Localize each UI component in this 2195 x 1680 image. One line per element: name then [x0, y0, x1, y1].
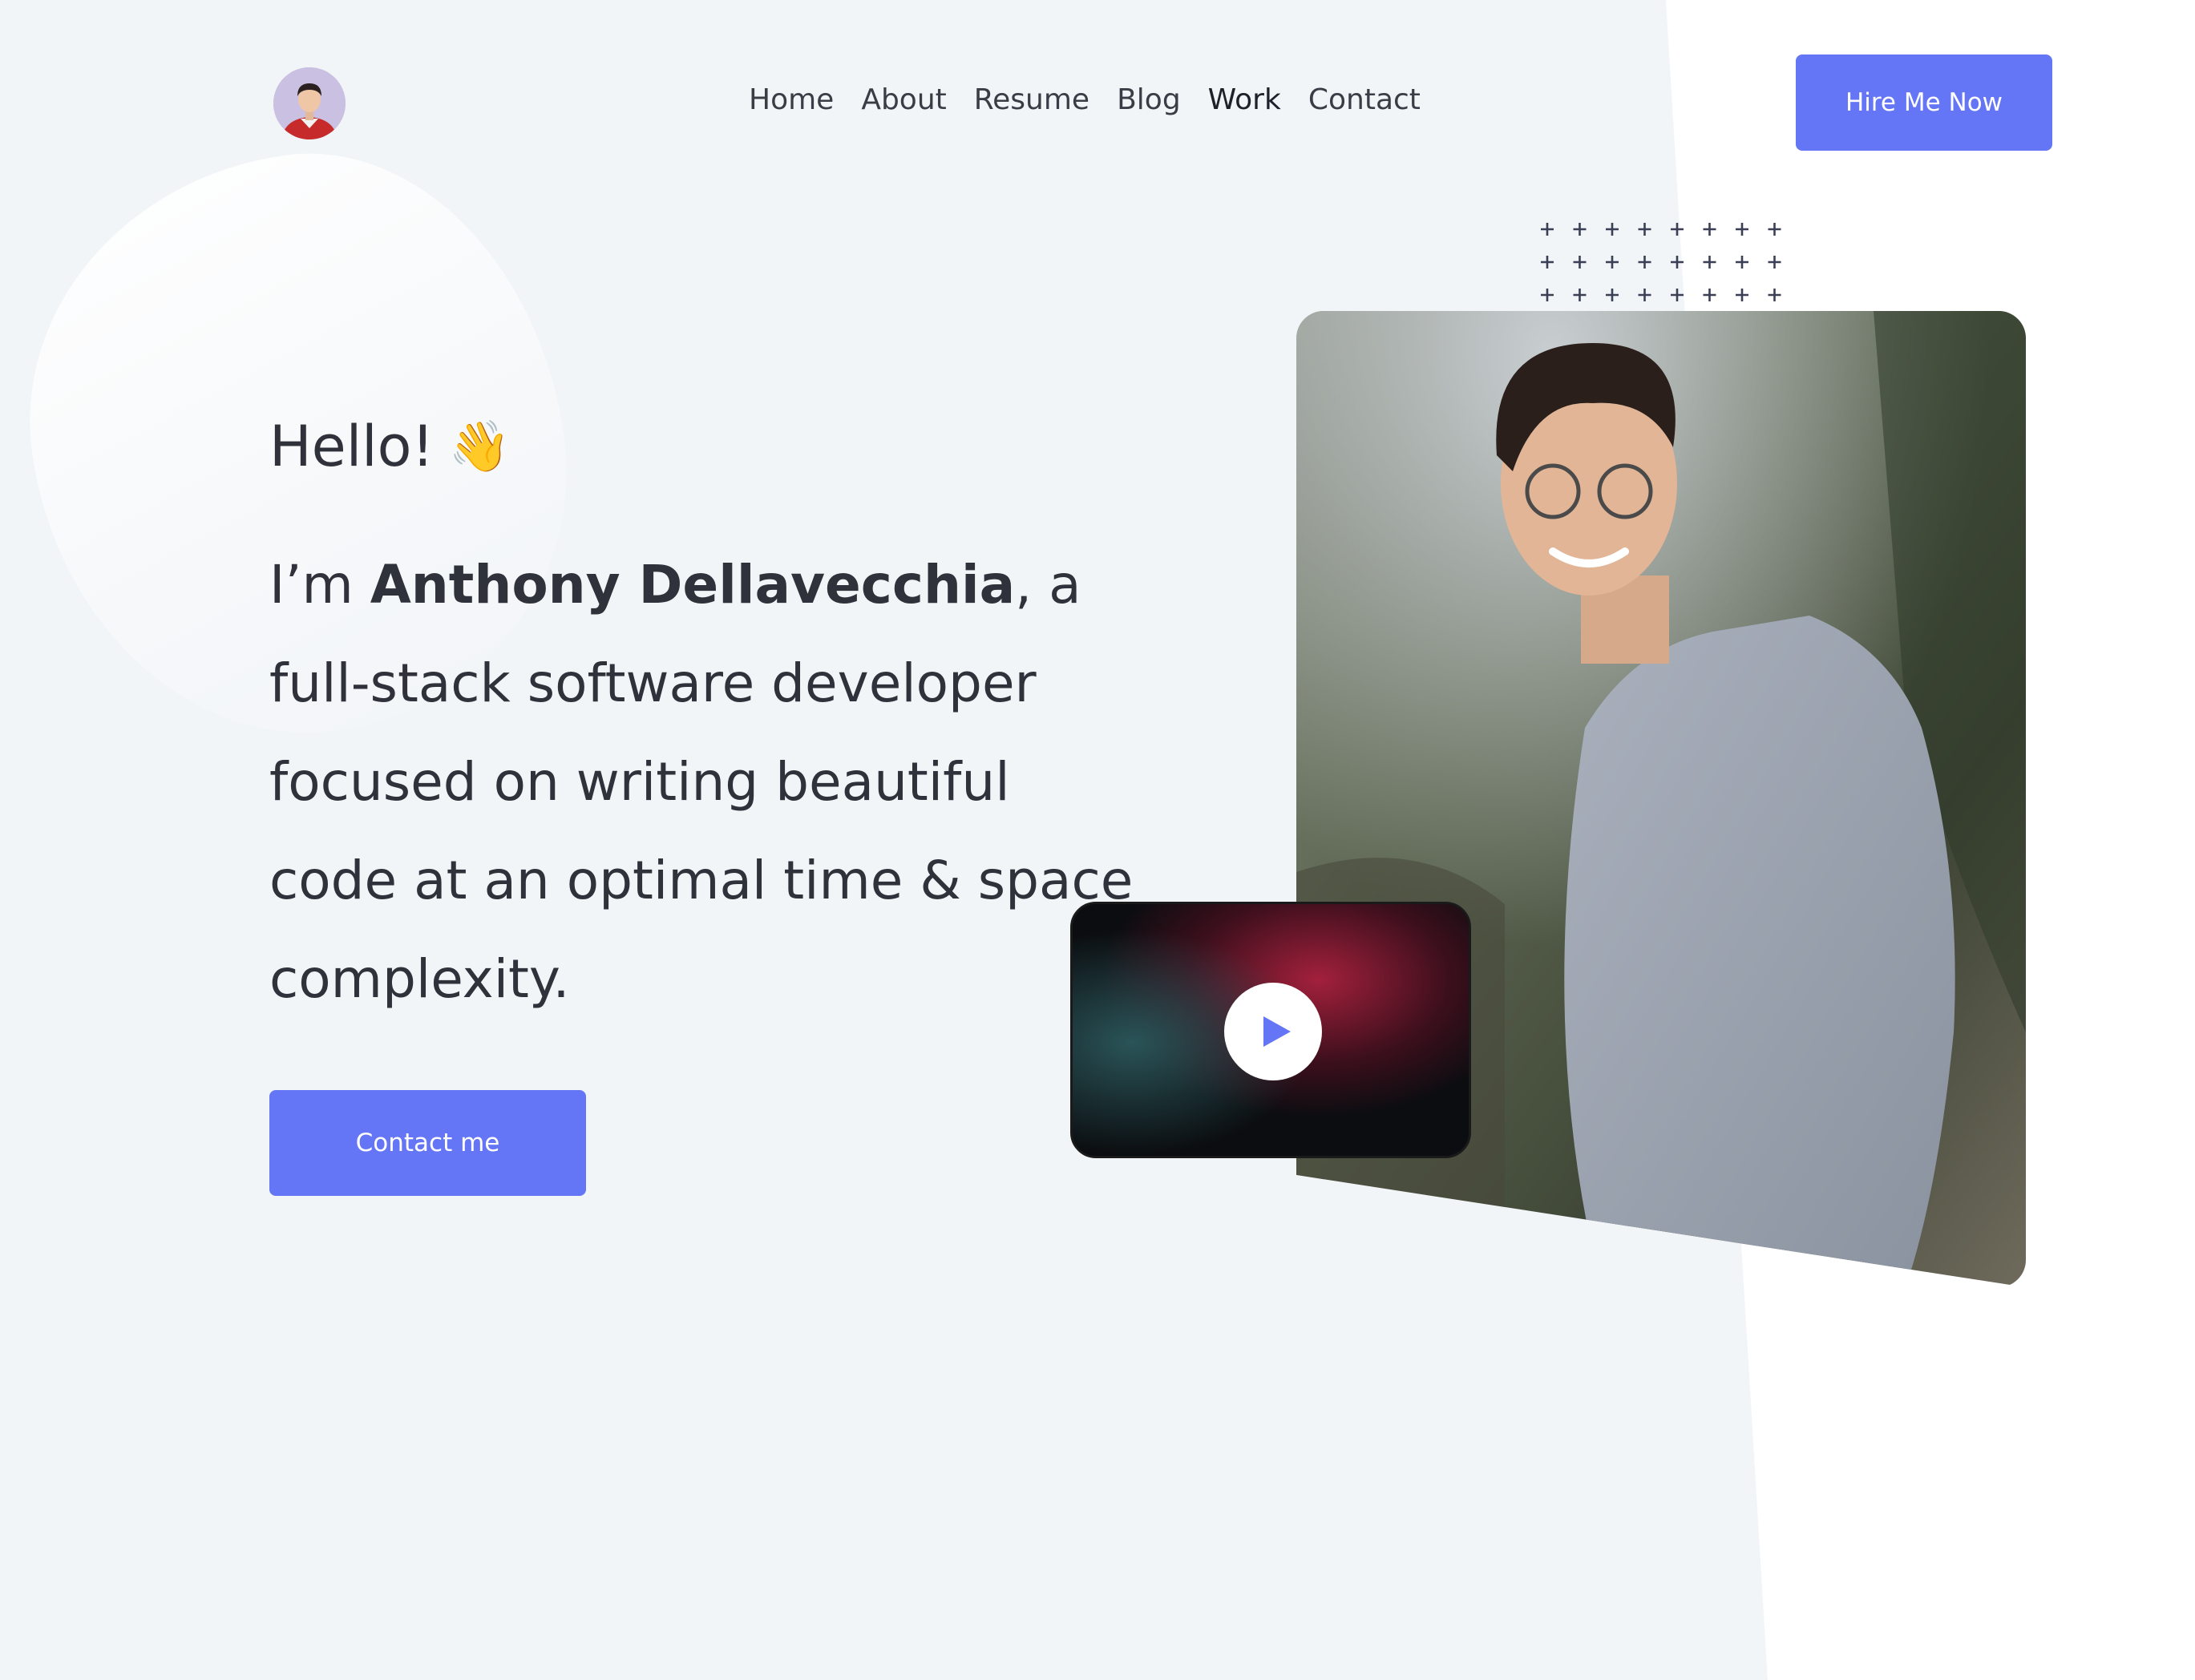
plus-mark: [1768, 223, 1781, 236]
plus-mark: [1573, 256, 1587, 269]
plus-mark: [1606, 256, 1619, 269]
contact-me-button[interactable]: Contact me: [269, 1090, 586, 1196]
plus-mark: [1638, 223, 1651, 236]
greeting-text: Hello!: [269, 414, 435, 479]
hire-me-button[interactable]: Hire Me Now: [1796, 55, 2052, 151]
nav-contact[interactable]: Contact: [1308, 83, 1421, 116]
avatar[interactable]: [273, 67, 346, 139]
main-nav: Home About Resume Blog Work Contact: [749, 83, 1421, 116]
plus-mark: [1703, 289, 1716, 301]
intro-suffix: , a full-stack software developer focuse…: [269, 554, 1134, 1010]
plus-mark: [1573, 223, 1587, 236]
nav-resume[interactable]: Resume: [974, 83, 1089, 116]
plus-mark: [1703, 223, 1716, 236]
intro-prefix: I’m: [269, 554, 370, 616]
plus-mark: [1541, 256, 1554, 269]
plus-mark: [1736, 256, 1748, 269]
plus-mark: [1541, 223, 1554, 236]
plus-mark: [1768, 256, 1781, 269]
user-avatar-icon: [273, 67, 346, 139]
play-button[interactable]: [1224, 983, 1322, 1080]
plus-mark: [1606, 223, 1619, 236]
nav-about[interactable]: About: [861, 83, 946, 116]
plus-mark: [1671, 223, 1684, 236]
video-thumbnail[interactable]: [1070, 902, 1471, 1158]
plus-mark: [1768, 289, 1781, 301]
plus-mark: [1703, 256, 1716, 269]
intro-paragraph: I’m Anthony Dellavecchia, a full-stack s…: [269, 535, 1143, 1028]
developer-name: Anthony Dellavecchia: [370, 554, 1016, 616]
greeting: Hello! 👋: [269, 414, 511, 479]
plus-mark: [1671, 256, 1684, 269]
plus-mark: [1606, 289, 1619, 301]
plus-mark: [1736, 289, 1748, 301]
plus-mark: [1671, 289, 1684, 301]
plus-pattern-decoration: [1541, 223, 1781, 301]
nav-work[interactable]: Work: [1208, 83, 1281, 116]
play-icon: [1263, 1016, 1291, 1047]
plus-mark: [1638, 256, 1651, 269]
nav-blog[interactable]: Blog: [1117, 83, 1181, 116]
plus-mark: [1736, 223, 1748, 236]
plus-mark: [1573, 289, 1587, 301]
plus-mark: [1541, 289, 1554, 301]
nav-home[interactable]: Home: [749, 83, 834, 116]
waving-hand-icon: 👋: [448, 417, 511, 475]
plus-mark: [1638, 289, 1651, 301]
